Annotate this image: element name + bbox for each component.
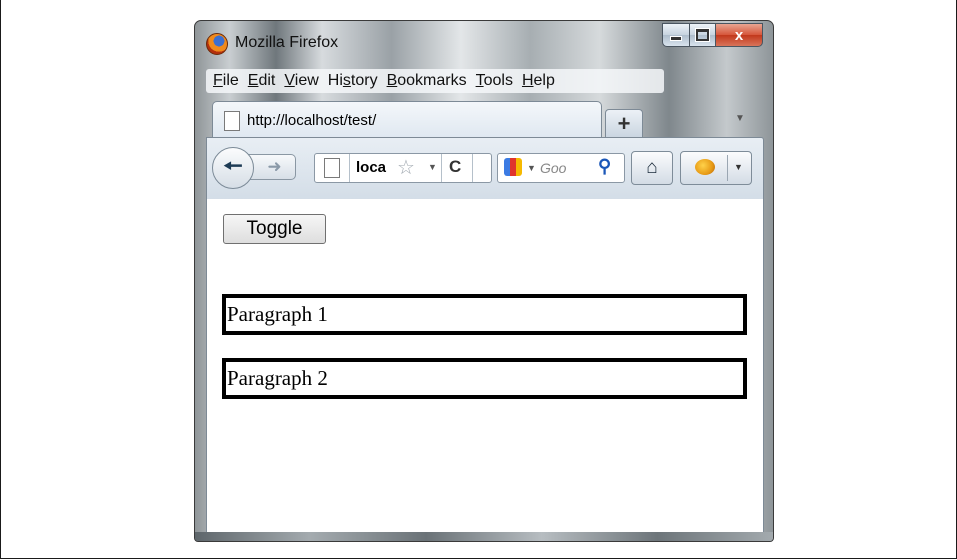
maximize-icon (696, 29, 709, 41)
close-button[interactable]: x (716, 23, 763, 47)
url-input[interactable]: loca (356, 159, 386, 176)
page-icon (224, 111, 240, 131)
home-button[interactable]: ⌂ (631, 151, 673, 185)
star-icon[interactable]: ☆ (397, 155, 415, 180)
firefox-logo-icon (206, 33, 228, 55)
close-icon: x (734, 26, 744, 44)
menu-bar: File Edit View History Bookmarks Tools H… (206, 69, 664, 93)
window-bottom-border (195, 532, 773, 541)
site-identity-icon[interactable] (324, 158, 340, 178)
navigation-toolbar: ➜ 🠔 loca ☆ ▼ C ▼ Goo ⚲ ⌂ ▼ (206, 137, 764, 201)
reload-icon[interactable]: C (449, 157, 461, 177)
paragraph-2: Paragraph 2 (222, 358, 747, 399)
addon-bug-icon (695, 159, 715, 175)
menu-file[interactable]: File (213, 72, 239, 90)
back-button[interactable]: 🠔 (212, 147, 254, 189)
url-bar[interactable]: loca ☆ ▼ C (314, 153, 492, 183)
search-input[interactable]: Goo (540, 160, 566, 176)
menu-edit[interactable]: Edit (248, 72, 276, 90)
divider (472, 154, 473, 182)
addon-button[interactable]: ▼ (680, 151, 752, 185)
back-forward-group: ➜ 🠔 (212, 147, 308, 189)
divider (441, 154, 442, 182)
caption-buttons: x (662, 23, 763, 47)
firefox-window: Mozilla Firefox x File Edit View History… (194, 20, 774, 542)
home-icon: ⌂ (646, 157, 658, 178)
minimize-icon (670, 35, 682, 41)
maximize-button[interactable] (690, 23, 716, 47)
magnifier-icon[interactable]: ⚲ (598, 156, 611, 177)
tab-active[interactable]: http://localhost/test/ (212, 101, 602, 138)
toggle-button[interactable]: Toggle (223, 214, 326, 244)
google-icon[interactable] (504, 158, 522, 176)
menu-help[interactable]: Help (522, 72, 555, 90)
menu-view[interactable]: View (284, 72, 318, 90)
paragraph-1: Paragraph 1 (222, 294, 747, 335)
forward-button[interactable]: ➜ (248, 154, 296, 180)
list-all-tabs-icon[interactable]: ▼ (735, 113, 745, 124)
back-arrow-icon: 🠔 (223, 153, 243, 178)
search-bar[interactable]: ▼ Goo ⚲ (497, 153, 625, 183)
title-bar[interactable]: Mozilla Firefox x (195, 21, 773, 65)
menu-bookmarks[interactable]: Bookmarks (387, 72, 467, 90)
tab-title: http://localhost/test/ (247, 112, 377, 129)
minimize-button[interactable] (662, 23, 690, 47)
url-history-dropdown-icon[interactable]: ▼ (428, 162, 437, 172)
menu-tools[interactable]: Tools (476, 72, 513, 90)
search-engine-dropdown-icon[interactable]: ▼ (527, 163, 536, 173)
menu-history[interactable]: History (328, 72, 378, 90)
new-tab-button[interactable]: + (605, 109, 643, 138)
divider (727, 155, 728, 181)
window-title: Mozilla Firefox (235, 34, 339, 51)
addon-dropdown-icon[interactable]: ▼ (734, 162, 743, 172)
page-content: Toggle Paragraph 1 Paragraph 2 (206, 199, 764, 533)
divider (349, 154, 350, 182)
forward-arrow-icon: ➜ (267, 157, 282, 176)
